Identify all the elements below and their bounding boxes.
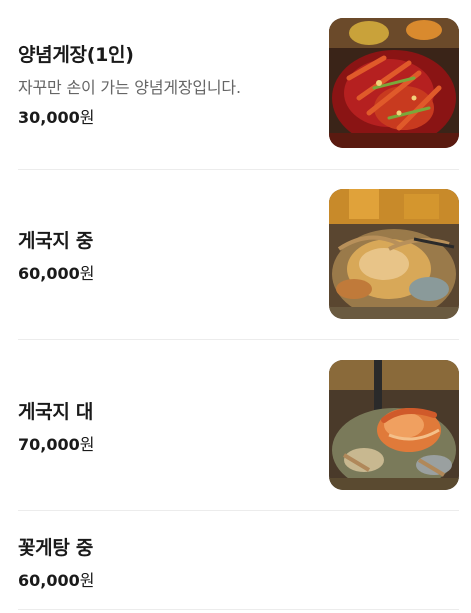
menu-item[interactable]: 꽃게탕 중 60,000원 [0,511,471,611]
price-currency: 원 [79,571,95,590]
menu-item-price: 60,000원 [18,260,94,284]
menu-item-name: 게국지 대 [18,401,94,423]
seasoned-crab-image [329,18,459,148]
crab-shrimp-stew-image [329,360,459,490]
price-amount: 60,000 [18,571,80,590]
price-currency: 원 [79,435,95,454]
menu-item-description: 자꾸만 손이 가는 양념게장입니다. [18,78,241,97]
price-currency: 원 [79,108,95,127]
crab-stew-image [329,189,459,319]
seasoned-crab-photo[interactable] [329,18,459,148]
menu-item-name: 양념게장(1인) [18,44,134,66]
price-amount: 30,000 [18,108,80,127]
crab-shrimp-stew-photo[interactable] [329,360,459,490]
divider [18,609,459,610]
price-amount: 60,000 [18,264,80,283]
menu-item-name: 게국지 중 [18,230,94,252]
price-currency: 원 [79,264,95,283]
menu-item[interactable]: 게국지 중 60,000원 [0,170,471,340]
menu-item-price: 70,000원 [18,431,94,455]
menu-item-name: 꽃게탕 중 [18,537,94,559]
crab-stew-photo[interactable] [329,189,459,319]
price-amount: 70,000 [18,435,80,454]
menu-item-price: 60,000원 [18,567,94,591]
menu-item[interactable]: 게국지 대 70,000원 [0,340,471,511]
menu-item[interactable]: 양념게장(1인) 자꾸만 손이 가는 양념게장입니다. 30,000원 [0,0,471,170]
menu-item-price: 30,000원 [18,104,94,128]
